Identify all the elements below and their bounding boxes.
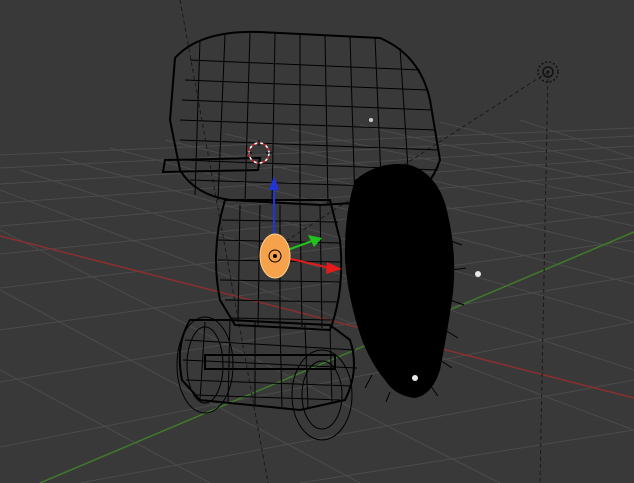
lamp-icon[interactable] [475,271,481,277]
lamp-icon[interactable] [369,118,373,122]
lamp-icon[interactable] [412,375,418,381]
3d-viewport[interactable] [0,0,634,483]
